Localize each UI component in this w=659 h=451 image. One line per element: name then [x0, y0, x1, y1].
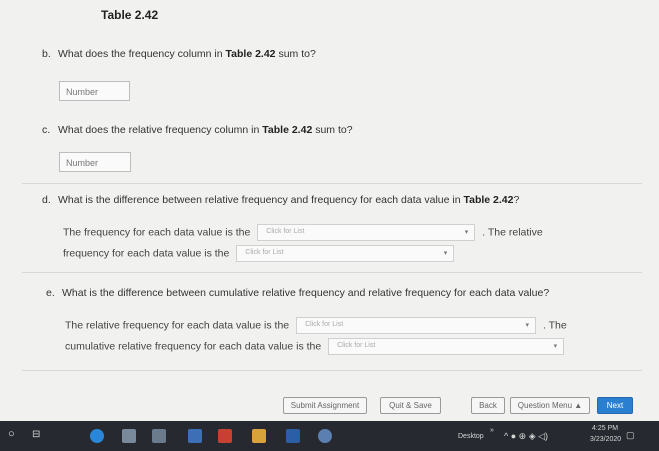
answer-text: . The relative: [482, 226, 543, 239]
task-view-icon[interactable]: ⊟: [32, 429, 40, 440]
relative-frequency-dropdown[interactable]: Click for List ▾: [236, 245, 455, 262]
page-title: Table 2.42: [101, 8, 159, 22]
desktop-label[interactable]: Desktop: [458, 433, 484, 440]
question-text: What does the frequency column in: [58, 48, 223, 60]
question-letter: b.: [42, 48, 51, 60]
submit-assignment-button[interactable]: Submit Assignment: [283, 397, 367, 414]
chevron-down-icon: ▾: [443, 250, 448, 257]
office-icon[interactable]: [218, 429, 232, 443]
relative-frequency-sum-input[interactable]: Number: [59, 152, 131, 172]
dropdown-placeholder: Click for List: [305, 321, 344, 328]
answer-text: cumulative relative frequency for each d…: [65, 340, 322, 353]
next-button[interactable]: Next: [597, 397, 633, 414]
dropdown-placeholder: Click for List: [266, 228, 305, 235]
question-text-end: sum to?: [278, 48, 316, 60]
quit-and-save-button[interactable]: Quit & Save: [380, 397, 441, 414]
question-c: c. What does the relative frequency colum…: [42, 124, 353, 136]
question-e: e. What is the difference between cumulat…: [46, 287, 549, 299]
taskbar: ○ ⊟ » Desktop ^ ● ⊕ ◈ ◁) 4:25 PM 3/23/20…: [0, 421, 659, 451]
chevron-down-icon: ▾: [553, 343, 558, 350]
answer-text: . The: [542, 319, 567, 332]
frequency-dropdown[interactable]: Click for List ▾: [257, 224, 476, 241]
assignment-page: Table 2.42 b. What does the frequency col…: [0, 0, 659, 421]
mail-icon[interactable]: [188, 429, 202, 443]
question-text: What is the difference between relative …: [58, 194, 461, 206]
app-icon[interactable]: [252, 429, 266, 443]
answer-e-line2: cumulative relative frequency for each d…: [65, 338, 568, 355]
answer-text: frequency for each data value is the: [63, 247, 230, 260]
question-menu-button[interactable]: Question Menu ▲: [510, 397, 590, 414]
question-letter: c.: [42, 124, 51, 136]
question-letter: d.: [42, 194, 51, 206]
clock-date: 3/23/2020: [590, 436, 622, 443]
divider: [22, 370, 642, 371]
store-icon[interactable]: [152, 429, 166, 443]
question-text-end: ?: [513, 194, 520, 206]
dropdown-placeholder: Click for List: [337, 342, 376, 349]
browser-icon[interactable]: [90, 429, 104, 443]
frequency-sum-input[interactable]: Number: [59, 81, 130, 101]
tray-icons[interactable]: ^ ● ⊕ ◈ ◁): [504, 431, 548, 442]
question-d: d. What is the difference between relativ…: [42, 194, 519, 206]
start-icon[interactable]: ○: [8, 428, 15, 440]
back-button[interactable]: Back: [471, 397, 505, 414]
overflow-chevron[interactable]: »: [490, 427, 494, 434]
answer-d-line2: frequency for each data value is the Cli…: [63, 245, 458, 262]
answer-d-line1: The frequency for each data value is the…: [63, 224, 543, 241]
question-text-end: sum to?: [315, 124, 353, 136]
question-text: What does the relative frequency column …: [58, 124, 260, 136]
divider: [22, 272, 642, 273]
folder-icon[interactable]: [122, 429, 136, 443]
table-reference: Table 2.42: [225, 48, 276, 60]
chevron-down-icon: ▾: [464, 229, 469, 236]
settings-icon[interactable]: [318, 429, 332, 443]
chevron-down-icon: ▾: [525, 322, 530, 329]
relative-frequency-dropdown-e[interactable]: Click for List ▾: [296, 317, 537, 334]
table-reference: Table 2.42: [262, 124, 313, 136]
table-reference: Table 2.42: [463, 194, 514, 206]
divider: [22, 183, 642, 184]
answer-text: The relative frequency for each data val…: [65, 319, 290, 332]
clock-time: 4:25 PM: [592, 425, 619, 432]
question-b: b. What does the frequency column in Tabl…: [42, 48, 316, 60]
answer-text: The frequency for each data value is the: [63, 226, 251, 239]
question-text: What is the difference between cumulativ…: [62, 287, 550, 299]
answer-e-line1: The relative frequency for each data val…: [65, 317, 567, 334]
question-letter: e.: [46, 287, 55, 299]
notification-icon[interactable]: ▢: [626, 430, 635, 441]
word-icon[interactable]: [286, 429, 300, 443]
dropdown-placeholder: Click for List: [245, 249, 284, 256]
cumulative-frequency-dropdown[interactable]: Click for List ▾: [328, 338, 565, 355]
